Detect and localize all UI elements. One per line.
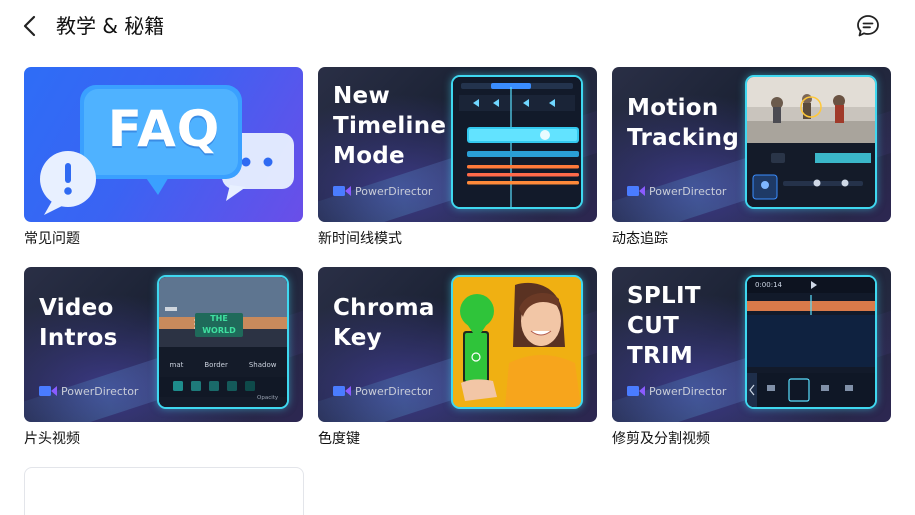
tutorial-thumbnail: FAQ xyxy=(24,67,303,222)
tutorial-caption: 新时间线模式 xyxy=(318,231,402,247)
tutorial-card-new-timeline-mode[interactable]: New Timeline Mode PowerDirector 新时间线模式 xyxy=(318,67,597,249)
brand-name: PowerDirector xyxy=(61,384,139,398)
intro-banner-text: THE WORLD xyxy=(195,313,243,337)
chevron-left-icon xyxy=(23,15,36,37)
brand-name: PowerDirector xyxy=(355,384,433,398)
thumbnail-title: Video Intros xyxy=(39,295,118,351)
trim-illustration xyxy=(747,277,875,407)
chat-bubble-icon xyxy=(857,15,879,37)
powerdirector-logo-icon xyxy=(627,386,645,396)
tutorial-card-faq[interactable]: FAQ 常见问题 xyxy=(24,67,303,249)
thumbnail-title: SPLIT CUT TRIM xyxy=(627,283,701,369)
tutorial-card-next[interactable] xyxy=(24,467,304,515)
page-title: 教学 & 秘籍 xyxy=(56,14,165,38)
tutorial-card-split-cut-trim[interactable]: SPLIT CUT TRIM PowerDirector 0:00:14 修剪及… xyxy=(612,267,891,449)
top-bar: 教学 & 秘籍 xyxy=(0,0,915,52)
tutorial-caption: 片头视频 xyxy=(24,431,80,447)
phone-mockup xyxy=(451,75,583,209)
tutorial-card-chroma-key[interactable]: Chroma Key PowerDirector 色度键 xyxy=(318,267,597,449)
back-button[interactable] xyxy=(18,12,44,40)
tutorial-thumbnail: SPLIT CUT TRIM PowerDirector 0:00:14 xyxy=(612,267,891,422)
tutorial-caption: 常见问题 xyxy=(24,231,80,247)
tutorial-thumbnail: New Timeline Mode PowerDirector xyxy=(318,67,597,222)
tutorial-thumbnail: Video Intros PowerDirector THE WORLD mat… xyxy=(24,267,303,422)
phone-tab-format: mat xyxy=(169,361,184,369)
powerdirector-logo-icon xyxy=(627,186,645,196)
thumbnail-title: Chroma Key xyxy=(333,295,435,351)
brand-label: PowerDirector xyxy=(333,383,432,399)
timeline-illustration xyxy=(453,77,581,207)
brand-name: PowerDirector xyxy=(649,384,727,398)
brand-label: PowerDirector xyxy=(333,183,432,199)
chroma-key-illustration xyxy=(453,277,581,407)
powerdirector-logo-icon xyxy=(333,386,351,396)
thumbnail-title: Motion Tracking xyxy=(627,95,740,151)
brand-label: PowerDirector xyxy=(627,183,726,199)
phone-mockup xyxy=(451,275,583,409)
tutorial-card-video-intros[interactable]: Video Intros PowerDirector THE WORLD mat… xyxy=(24,267,303,449)
phone-mockup: THE WORLD mat Border Shadow Opacity xyxy=(157,275,289,409)
feedback-button[interactable] xyxy=(855,13,881,39)
powerdirector-logo-icon xyxy=(39,386,57,396)
brand-label: PowerDirector xyxy=(39,383,138,399)
faq-label: FAQ xyxy=(107,100,221,158)
tutorial-card-motion-tracking[interactable]: Motion Tracking PowerDirector 动态追踪 xyxy=(612,67,891,249)
tutorial-caption: 修剪及分割视频 xyxy=(612,431,710,447)
brand-label: PowerDirector xyxy=(627,383,726,399)
thumbnail-title: New Timeline Mode xyxy=(333,83,447,169)
brand-name: PowerDirector xyxy=(649,184,727,198)
phone-mockup xyxy=(745,75,877,209)
motion-tracking-illustration xyxy=(747,77,875,207)
phone-tab-row: mat Border Shadow xyxy=(159,361,287,369)
tutorial-caption: 动态追踪 xyxy=(612,231,668,247)
tutorial-thumbnail: Motion Tracking PowerDirector xyxy=(612,67,891,222)
powerdirector-logo-icon xyxy=(333,186,351,196)
phone-mockup: 0:00:14 xyxy=(745,275,877,409)
phone-tab-border: Border xyxy=(204,361,228,369)
phone-opacity-label: Opacity xyxy=(257,395,279,401)
tutorial-thumbnail: Chroma Key PowerDirector xyxy=(318,267,597,422)
phone-timecode: 0:00:14 xyxy=(755,281,782,289)
phone-tab-shadow: Shadow xyxy=(248,361,277,369)
tutorial-caption: 色度键 xyxy=(318,431,360,447)
video-intro-illustration xyxy=(159,277,287,407)
brand-name: PowerDirector xyxy=(355,184,433,198)
